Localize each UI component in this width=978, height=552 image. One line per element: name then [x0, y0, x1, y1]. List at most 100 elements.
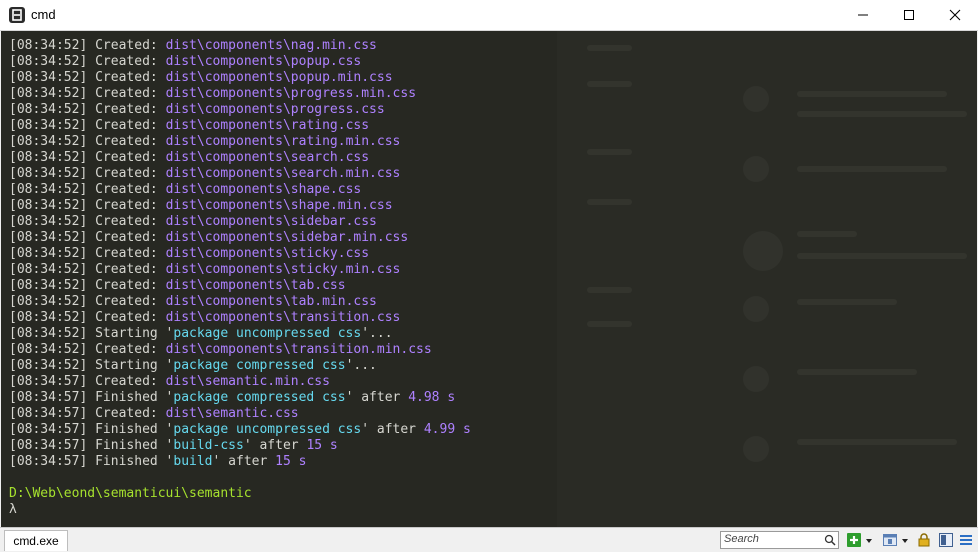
line-task-name: package compressed css [173, 358, 346, 373]
prompt-symbol: λ [9, 502, 17, 517]
dropdown-icon[interactable] [900, 532, 910, 548]
line-file-path: dist\components\sidebar.css [165, 214, 377, 229]
line-file-path: dist\components\transition.min.css [165, 342, 432, 357]
line-action: Created: [87, 214, 166, 229]
add-tab-icon[interactable] [846, 532, 862, 548]
line-timestamp: [08:34:52] [9, 134, 88, 149]
input-line[interactable]: λ [9, 502, 471, 518]
line-action: Created: [87, 86, 166, 101]
terminal-line: [08:34:52] Created: dist\components\side… [9, 214, 471, 230]
line-action: Created: [87, 198, 166, 213]
line-file-path: dist\components\search.min.css [165, 166, 401, 181]
line-task-name: package uncompressed css [173, 422, 362, 437]
terminal-line: [08:34:52] Created: dist\components\tran… [9, 310, 471, 326]
line-timestamp: [08:34:52] [9, 342, 88, 357]
line-action: Created: [87, 342, 166, 357]
line-timestamp: [08:34:52] [9, 166, 88, 181]
line-timestamp: [08:34:52] [9, 326, 88, 341]
line-timestamp: [08:34:52] [9, 118, 88, 133]
line-file-path: dist\components\tab.min.css [165, 294, 377, 309]
ghost-text-line [587, 149, 632, 155]
prompt-line: D:\Web\eond\semanticui\semantic [9, 486, 471, 502]
line-timestamp: [08:34:52] [9, 182, 88, 197]
line-file-path: dist\components\transition.css [165, 310, 401, 325]
ghost-text-line [587, 321, 632, 327]
window-view-icon[interactable] [882, 532, 898, 548]
maximize-button[interactable] [886, 0, 932, 30]
line-timestamp: [08:34:52] [9, 150, 88, 165]
ghost-text-line [797, 439, 957, 445]
line-action: Created: [87, 182, 166, 197]
line-task-name: build-css [173, 438, 244, 453]
line-action: Created: [87, 278, 166, 293]
terminal-output[interactable]: [08:34:52] Created: dist\components\nag.… [1, 31, 977, 527]
terminal-line: [08:34:52] Created: dist\components\tab.… [9, 278, 471, 294]
line-tail: ' after [212, 454, 276, 469]
terminal-line: [08:34:52] Created: dist\components\popu… [9, 70, 471, 86]
line-file-path: dist\components\shape.min.css [165, 198, 393, 213]
terminal-line: [08:34:57] Finished 'build' after 15 s [9, 454, 471, 470]
line-action: Created: [87, 38, 166, 53]
line-action: Created: [87, 262, 166, 277]
minimize-button[interactable] [840, 0, 886, 30]
minimize-icon [858, 14, 868, 16]
terminal-line: [08:34:52] Created: dist\components\shap… [9, 198, 471, 214]
line-action: Created: [87, 166, 166, 181]
line-task-name: package compressed css [173, 390, 346, 405]
line-timestamp: [08:34:52] [9, 310, 88, 325]
search-placeholder: Search [724, 533, 759, 545]
line-tail: '... [345, 358, 377, 373]
line-action: Finished ' [87, 454, 174, 469]
terminal-line: [08:34:57] Finished 'build-css' after 15… [9, 438, 471, 454]
terminal-line: [08:34:52] Created: dist\components\nag.… [9, 38, 471, 54]
terminal-line: [08:34:57] Finished 'package compressed … [9, 390, 471, 406]
line-action: Created: [87, 150, 166, 165]
line-action: Created: [87, 118, 166, 133]
close-button[interactable] [932, 0, 978, 30]
search-input[interactable]: Search [720, 531, 839, 549]
ghost-text-line [797, 369, 917, 375]
terminal-line: [08:34:57] Finished 'package uncompresse… [9, 422, 471, 438]
ghost-text-line [797, 253, 967, 259]
terminal-line: [08:34:52] Created: dist\components\sear… [9, 150, 471, 166]
line-action: Created: [87, 246, 166, 261]
terminal-line: [08:34:52] Created: dist\components\shap… [9, 182, 471, 198]
line-timestamp: [08:34:52] [9, 214, 88, 229]
blank-line [9, 470, 471, 486]
line-timestamp: [08:34:57] [9, 438, 88, 453]
split-view-icon[interactable] [938, 532, 954, 548]
line-file-path: dist\components\rating.min.css [165, 134, 401, 149]
dropdown-icon[interactable] [864, 532, 874, 548]
line-timestamp: [08:34:52] [9, 262, 88, 277]
ghost-text-line [587, 199, 632, 205]
line-timestamp: [08:34:52] [9, 294, 88, 309]
line-timestamp: [08:34:52] [9, 54, 88, 69]
ghost-avatar [743, 231, 783, 271]
ghost-text-line [797, 231, 857, 237]
terminal-line: [08:34:52] Created: dist\components\prog… [9, 86, 471, 102]
cmder-app-icon[interactable] [9, 7, 25, 23]
line-action: Created: [87, 406, 166, 421]
line-timestamp: [08:34:52] [9, 86, 88, 101]
line-action: Created: [87, 374, 166, 389]
tab-cmd[interactable]: cmd.exe [4, 530, 68, 551]
line-action: Created: [87, 102, 166, 117]
ghost-avatar [743, 366, 769, 392]
ghost-avatar [743, 436, 769, 462]
line-action: Starting ' [87, 326, 174, 341]
line-timestamp: [08:34:52] [9, 38, 88, 53]
terminal-lines: [08:34:52] Created: dist\components\nag.… [9, 38, 471, 518]
line-timestamp: [08:34:52] [9, 358, 88, 373]
status-bar: cmd.exe Search [0, 527, 978, 552]
maximize-icon [904, 10, 914, 20]
line-file-path: dist\components\progress.css [165, 102, 385, 117]
terminal-line: [08:34:57] Created: dist\semantic.css [9, 406, 471, 422]
line-timestamp: [08:34:57] [9, 406, 88, 421]
line-action: Created: [87, 294, 166, 309]
lock-icon[interactable] [916, 532, 932, 548]
close-icon [949, 9, 961, 21]
terminal-line: [08:34:52] Created: dist\components\stic… [9, 246, 471, 262]
terminal-line: [08:34:52] Starting 'package uncompresse… [9, 326, 471, 342]
ghost-text-line [587, 81, 632, 87]
menu-icon[interactable] [958, 532, 974, 548]
